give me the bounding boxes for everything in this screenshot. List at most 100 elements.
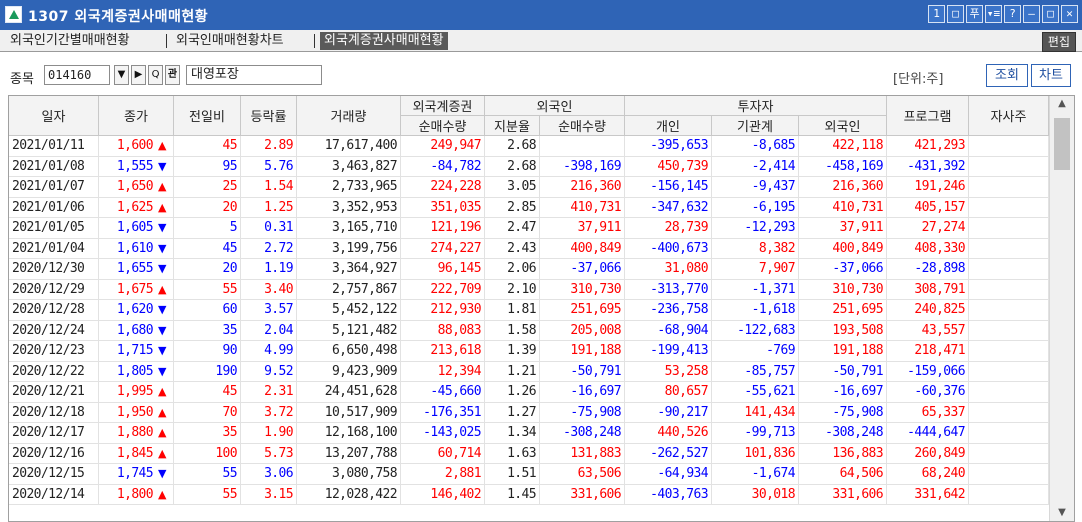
cell-rate: 2.04 [241, 320, 297, 341]
close-button[interactable]: ✕ [1061, 5, 1078, 23]
interest-button[interactable]: 관 [165, 65, 180, 85]
cell-change: 190 [174, 361, 241, 382]
cell-inv-foreign: -50,791 [799, 361, 887, 382]
col-header-volume[interactable]: 거래량 [297, 96, 401, 136]
col-header-institution[interactable]: 기관계 [712, 116, 799, 136]
cell-treasury [969, 300, 1049, 321]
col-header-close[interactable]: 종가 [99, 96, 174, 136]
table-row[interactable]: 2020/12/22 1,805 190 9.52 9,423,909 12,394 1.2… [9, 361, 1049, 382]
table-row[interactable]: 2020/12/16 1,845 100 5.73 13,207,788 60,714 1.… [9, 443, 1049, 464]
cell-rate: 5.76 [241, 156, 297, 177]
tab-foreign-trading-chart[interactable]: 외국인매매현황차트 [176, 32, 284, 50]
cell-broker-net: -45,660 [401, 382, 485, 403]
cell-foreign-net: 251,695 [540, 300, 625, 321]
cell-foreign-net: 37,911 [540, 218, 625, 239]
cell-holding: 1.26 [485, 382, 540, 403]
down-arrow-icon: ▼ [158, 221, 167, 234]
col-header-rate[interactable]: 등락률 [241, 96, 297, 136]
table-row[interactable]: 2021/01/07 1,650 25 1.54 2,733,965 224,228 3.0… [9, 177, 1049, 198]
scrollbar-thumb[interactable] [1054, 118, 1070, 170]
cell-institution: 141,434 [712, 402, 799, 423]
cell-rate: 1.90 [241, 423, 297, 444]
cell-treasury [969, 320, 1049, 341]
col-header-individual[interactable]: 개인 [625, 116, 712, 136]
col-header-broker-net[interactable]: 순매수량 [401, 116, 485, 136]
table-row[interactable]: 2021/01/06 1,625 20 1.25 3,352,953 351,035 2.8… [9, 197, 1049, 218]
table-row[interactable]: 2021/01/04 1,610 45 2.72 3,199,756 274,227 2.4… [9, 238, 1049, 259]
cell-treasury [969, 484, 1049, 505]
cell-broker-net: 146,402 [401, 484, 485, 505]
vertical-scrollbar[interactable]: ▲ ▼ [1049, 96, 1074, 521]
maximize-button[interactable]: □ [1042, 5, 1059, 23]
cell-foreign-net: 205,008 [540, 320, 625, 341]
col-header-holding-ratio[interactable]: 지분율 [485, 116, 540, 136]
cell-individual: 28,739 [625, 218, 712, 239]
cell-date: 2020/12/14 [9, 484, 99, 505]
search-icon[interactable]: Q [148, 65, 163, 85]
cell-inv-foreign: -458,169 [799, 156, 887, 177]
code-dropdown-button[interactable]: ▼ [114, 65, 129, 85]
up-arrow-icon: ▲ [158, 180, 167, 193]
cell-change: 90 [174, 341, 241, 362]
cell-change: 45 [174, 238, 241, 259]
table-row[interactable]: 2021/01/05 1,605 5 0.31 3,165,710 121,196 2.47… [9, 218, 1049, 239]
col-header-treasury[interactable]: 자사주 [969, 96, 1049, 136]
tab-foreign-period-trading[interactable]: 외국인기간별매매현황 [10, 32, 130, 50]
screen-number-button[interactable]: 1 [928, 5, 945, 23]
cell-program: -444,647 [887, 423, 969, 444]
cell-inv-foreign: -37,066 [799, 259, 887, 280]
cell-date: 2021/01/07 [9, 177, 99, 198]
up-arrow-icon: ▲ [158, 282, 167, 296]
col-header-investor-foreign[interactable]: 외국인 [799, 116, 887, 136]
table-row[interactable]: 2021/01/08 1,555 95 5.76 3,463,827 -84,782 2.6… [9, 156, 1049, 177]
cell-date: 2020/12/15 [9, 464, 99, 485]
table-row[interactable]: 2020/12/30 1,655 20 1.19 3,364,927 96,145 2.06… [9, 259, 1049, 280]
stock-code-input[interactable]: 014160 [44, 65, 110, 85]
table-row[interactable]: 2020/12/15 1,745 55 3.06 3,080,758 2,881 1.51 6… [9, 464, 1049, 485]
col-header-date[interactable]: 일자 [9, 96, 99, 136]
help-button[interactable]: ? [1004, 5, 1021, 23]
cell-treasury [969, 361, 1049, 382]
cell-treasury [969, 423, 1049, 444]
cell-institution: -8,685 [712, 136, 799, 157]
col-header-foreign-net[interactable]: 순매수량 [540, 116, 625, 136]
tab-foreign-broker-trading[interactable]: 외국계증권사매매현황 [320, 32, 448, 50]
pin-button[interactable]: 푸 [966, 5, 983, 23]
query-button[interactable]: 조회 [986, 64, 1028, 87]
cell-treasury [969, 464, 1049, 485]
col-header-change[interactable]: 전일비 [174, 96, 241, 136]
code-next-button[interactable]: ▶ [131, 65, 146, 85]
table-row[interactable]: 2020/12/21 1,995 45 2.31 24,451,628 -45,660 1.… [9, 382, 1049, 403]
cell-date: 2020/12/23 [9, 341, 99, 362]
chart-button[interactable]: 차트 [1031, 64, 1071, 87]
scroll-down-icon[interactable]: ▼ [1050, 505, 1074, 521]
window-controls: 1 □ 푸 ▾≡ ? — □ ✕ [928, 5, 1078, 23]
cell-institution: -9,437 [712, 177, 799, 198]
table-row[interactable]: 2020/12/17 1,880 35 1.90 12,168,100 -143,025 1… [9, 423, 1049, 444]
col-header-program[interactable]: 프로그램 [887, 96, 969, 136]
table-row[interactable]: 2020/12/18 1,950 70 3.72 10,517,909 -176,351 1… [9, 402, 1049, 423]
cell-institution: -122,683 [712, 320, 799, 341]
cell-volume: 3,165,710 [297, 218, 401, 239]
cell-holding: 3.05 [485, 177, 540, 198]
cell-volume: 24,451,628 [297, 382, 401, 403]
table-row[interactable]: 2020/12/29 1,675 55 3.40 2,757,867 222,709 2.1… [9, 279, 1049, 300]
table-row[interactable]: 2020/12/14 1,800 55 3.15 12,028,422 146,402 1.… [9, 484, 1049, 505]
table-row[interactable]: 2020/12/23 1,715 90 4.99 6,650,498 213,618 1.3… [9, 341, 1049, 362]
cell-foreign-net: -37,066 [540, 259, 625, 280]
cell-holding: 2.06 [485, 259, 540, 280]
down-arrow-icon: ▼ [158, 241, 167, 255]
menu-button[interactable]: ▾≡ [985, 5, 1002, 23]
table-row[interactable]: 2021/01/11 1,600 45 2.89 17,617,400 249,947 2.… [9, 136, 1049, 157]
cell-volume: 12,168,100 [297, 423, 401, 444]
cell-change: 95 [174, 156, 241, 177]
link-window-button[interactable]: □ [947, 5, 964, 23]
table-row[interactable]: 2020/12/28 1,620 60 3.57 5,452,122 212,930 1.8… [9, 300, 1049, 321]
cell-change: 100 [174, 443, 241, 464]
cell-program: 27,274 [887, 218, 969, 239]
minimize-button[interactable]: — [1023, 5, 1040, 23]
cell-date: 2020/12/29 [9, 279, 99, 300]
scroll-up-icon[interactable]: ▲ [1050, 96, 1074, 112]
table-row[interactable]: 2020/12/24 1,680 35 2.04 5,121,482 88,083 1.58… [9, 320, 1049, 341]
edit-button[interactable]: 편집 [1041, 32, 1076, 52]
